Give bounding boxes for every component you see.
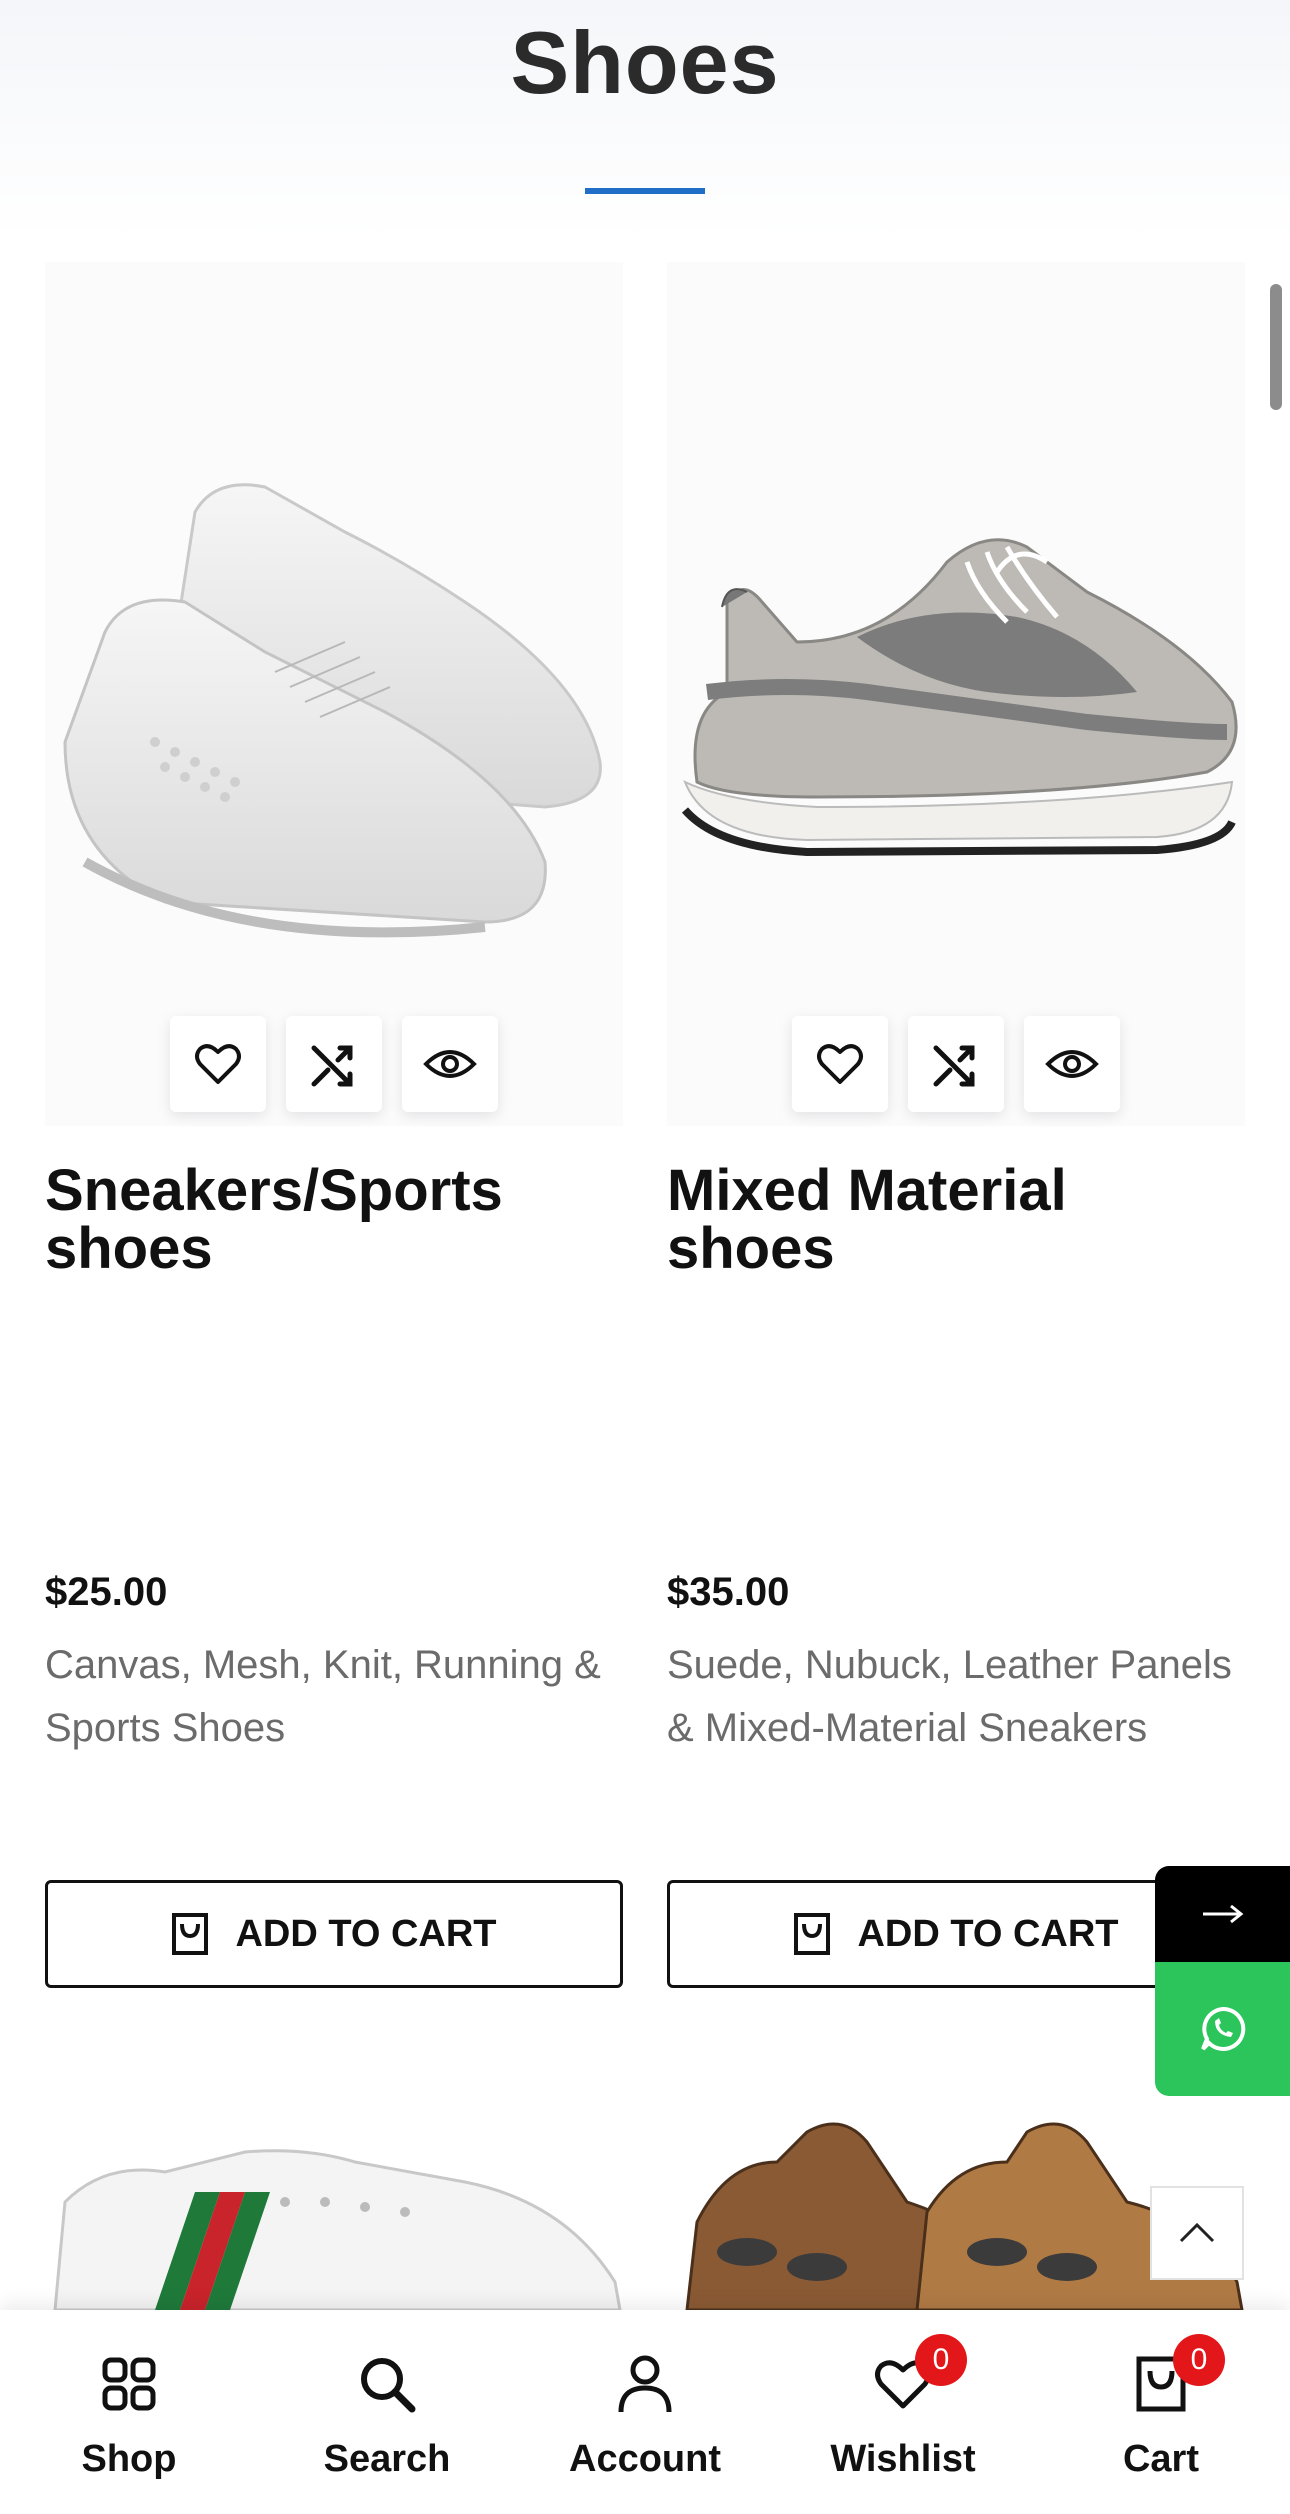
striped-sneaker-image [53, 2149, 622, 2310]
nav-item-wishlist[interactable]: 0 Wishlist [793, 2333, 1013, 2481]
product-description: Canvas, Mesh, Knit, Running & Sports Sho… [45, 1643, 601, 1750]
whatsapp-button[interactable] [1155, 1962, 1290, 2096]
white-sneakers-image [63, 483, 602, 938]
page-title: Shoes [510, 13, 780, 112]
product-name[interactable]: Sneakers/Sports shoes [45, 1162, 623, 1278]
grid-icon [101, 2344, 157, 2424]
floating-side-panel [1155, 1866, 1290, 2096]
eye-icon [1045, 1050, 1099, 1078]
nav-label: Shop [81, 2437, 177, 2480]
search-icon [358, 2344, 416, 2424]
nav-item-cart[interactable]: 0 Cart [1051, 2333, 1271, 2481]
nav-item-account[interactable]: Account [535, 2344, 755, 2481]
product-actions [667, 1016, 1245, 1112]
add-to-cart-button[interactable]: ADD TO CART [45, 1880, 623, 1988]
title-underline [585, 188, 705, 194]
cart-count-badge: 0 [1173, 2333, 1225, 2386]
shuffle-icon [311, 1045, 353, 1087]
wishlist-count-badge: 0 [915, 2333, 967, 2386]
compare-button[interactable] [908, 1016, 1004, 1112]
eye-icon [423, 1050, 477, 1078]
chevron-up-icon [1179, 2222, 1215, 2243]
nav-label: Wishlist [830, 2437, 976, 2480]
quick-view-button[interactable] [402, 1016, 498, 1112]
nav-label: Search [323, 2437, 451, 2480]
product-image[interactable] [45, 262, 623, 1126]
product-price: $35.00 [667, 1570, 790, 1614]
grey-sneaker-image [681, 538, 1238, 857]
wishlist-button[interactable] [170, 1016, 266, 1112]
product-image[interactable] [667, 262, 1245, 1126]
nav-item-shop[interactable]: Shop [19, 2344, 239, 2481]
nav-label: Cart [1122, 2437, 1200, 2480]
whatsapp-icon [1200, 2006, 1245, 2051]
bag-icon [794, 1913, 831, 1955]
user-icon [617, 2344, 673, 2424]
bottom-navigation: Shop Search Account 0 Wishlist 0 Cart [0, 2310, 1290, 2514]
product-price: $25.00 [45, 1570, 168, 1614]
heart-icon [195, 1044, 241, 1084]
product-description: Suede, Nubuck, Leather Panels & Mixed-Ma… [667, 1643, 1232, 1750]
add-to-cart-label: ADD TO CART [235, 1912, 497, 1955]
product-image[interactable] [45, 2052, 623, 2310]
nav-label: Account [569, 2437, 721, 2480]
quick-view-button[interactable] [1024, 1016, 1120, 1112]
scrollbar-thumb[interactable] [1270, 284, 1282, 410]
back-to-top-button[interactable] [1150, 2186, 1244, 2280]
wishlist-button[interactable] [792, 1016, 888, 1112]
product-name[interactable]: Mixed Material shoes [667, 1162, 1245, 1278]
compare-button[interactable] [286, 1016, 382, 1112]
shuffle-icon [933, 1045, 975, 1087]
add-to-cart-label: ADD TO CART [857, 1912, 1119, 1955]
side-panel-toggle[interactable] [1155, 1866, 1290, 1962]
bag-icon [172, 1913, 209, 1955]
nav-item-search[interactable]: Search [277, 2344, 497, 2481]
arrow-right-icon [1202, 1904, 1243, 1924]
product-actions [45, 1016, 623, 1112]
heart-icon [817, 1044, 863, 1084]
